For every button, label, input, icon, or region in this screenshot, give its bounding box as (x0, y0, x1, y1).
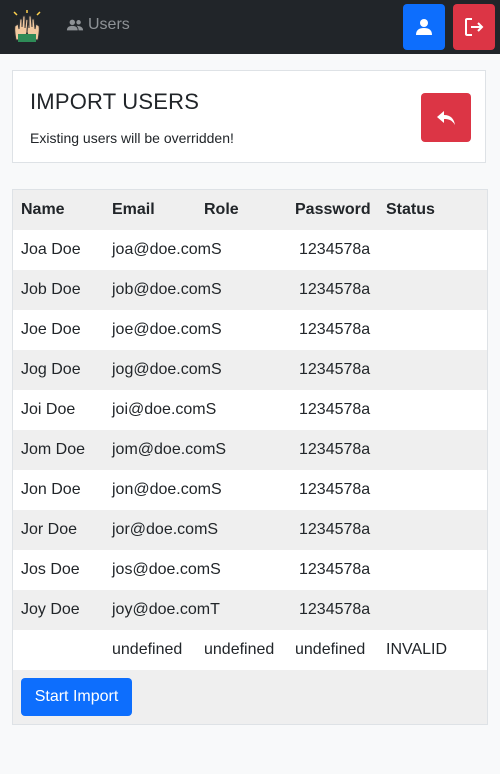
table-row: Joy Doe joy@doe.comT 1234578a (13, 590, 487, 630)
role-text: S (210, 561, 221, 578)
reply-arrow-icon (437, 110, 455, 125)
email-text: joe@doe.com (112, 321, 211, 338)
cell-email: undefined (112, 641, 183, 658)
user-icon (416, 19, 432, 35)
start-import-button[interactable]: Start Import (21, 678, 132, 716)
role-text: S (205, 401, 217, 418)
cell-status (378, 430, 487, 470)
role-text: S (210, 241, 222, 258)
cell-email: jom@doe.comS (104, 430, 226, 470)
page-title: IMPORT USERS (30, 89, 200, 114)
role-text: S (215, 441, 227, 458)
table-row: Joe Doe joe@doe.comS 1234578a (13, 310, 487, 350)
top-navbar: Users (0, 0, 500, 54)
column-header-name: Name (21, 201, 65, 218)
table-row: Jon Doe jon@doe.comS 1234578a (13, 470, 487, 510)
email-text: jor@doe.com (112, 521, 208, 538)
table-row: Jom Doe jom@doe.comS 1234578a (13, 430, 487, 470)
nav-users-link[interactable]: Users (66, 16, 130, 34)
cell-status (378, 510, 487, 550)
cell-email: jor@doe.comS (104, 510, 218, 550)
cell-status (378, 470, 487, 510)
email-text: jom@doe.com (112, 441, 216, 458)
cell-status: INVALID (386, 641, 448, 658)
email-text: joi@doe.com (112, 401, 206, 418)
cell-name: Jor Doe (21, 521, 78, 538)
cell-status (378, 350, 487, 390)
email-text: joa@doe.com (112, 241, 211, 258)
cell-name: Jog Doe (21, 361, 81, 378)
cell-password: 1234578a (299, 601, 371, 618)
users-import-table: Name Email Role Password Status Joa Doe j… (13, 190, 487, 670)
cell-email: jog@doe.comS (104, 350, 222, 390)
cell-name: Joy Doe (21, 601, 80, 618)
cell-email: job@doe.comS (104, 270, 222, 310)
table-row: Job Doe job@doe.comS 1234578a (13, 270, 487, 310)
email-text: jos@doe.com (112, 561, 211, 578)
cell-email: jon@doe.comS (104, 470, 222, 510)
email-text: joy@doe.com (112, 601, 211, 618)
cell-status (378, 230, 487, 270)
cell-password: 1234578a (299, 481, 371, 498)
cell-name (13, 630, 104, 670)
role-text: S (207, 521, 219, 538)
column-header-status: Status (386, 201, 435, 218)
cell-password: 1234578a (299, 441, 371, 458)
import-header-card: IMPORT USERS Existing users will be over… (12, 70, 486, 163)
back-button[interactable] (421, 93, 471, 142)
cell-password: 1234578a (299, 401, 371, 418)
cell-role: undefined (204, 641, 275, 658)
cell-status (378, 310, 487, 350)
cell-name: Joa Doe (21, 241, 81, 258)
nav-users-label: Users (88, 16, 130, 33)
cell-password: 1234578a (299, 561, 371, 578)
cell-name: Joe Doe (21, 321, 81, 338)
cell-email: joe@doe.comS (104, 310, 222, 350)
cell-name: Jom Doe (21, 441, 86, 458)
email-text: jog@doe.com (112, 361, 211, 378)
email-text: job@doe.com (112, 281, 211, 298)
role-text: T (210, 601, 220, 618)
column-header-email: Email (112, 201, 155, 218)
cell-status (378, 270, 487, 310)
cell-email: joa@doe.comS (104, 230, 222, 270)
cell-password: 1234578a (299, 281, 371, 298)
cell-status (378, 590, 487, 630)
logout-icon (465, 18, 484, 36)
table-row: Jog Doe jog@doe.comS 1234578a (13, 350, 487, 390)
role-text: S (210, 321, 222, 338)
cell-email: joy@doe.comT (104, 590, 220, 630)
logout-button[interactable] (453, 4, 495, 50)
role-text: S (210, 481, 222, 498)
cell-name: Joi Doe (21, 401, 76, 418)
raised-hands-logo[interactable] (12, 10, 42, 42)
cell-password: 1234578a (299, 361, 371, 378)
table-row: Joa Doe joa@doe.comS 1234578a (13, 230, 487, 270)
cell-name: Jos Doe (21, 561, 80, 578)
override-warning: Existing users will be overridden! (30, 130, 234, 146)
cell-name: Jon Doe (21, 481, 81, 498)
email-text: jon@doe.com (112, 481, 211, 498)
import-table-card: Name Email Role Password Status Joa Doe j… (12, 189, 488, 725)
cell-password: 1234578a (299, 241, 371, 258)
cell-status (378, 390, 487, 430)
table-row: Joi Doe joi@doe.comS 1234578a (13, 390, 487, 430)
cell-password: undefined (295, 641, 366, 658)
cell-password: 1234578a (299, 321, 371, 338)
role-text: S (210, 281, 222, 298)
cell-name: Job Doe (21, 281, 81, 298)
cell-email: joi@doe.comS (104, 390, 216, 430)
users-icon (66, 19, 84, 31)
table-row: undefined undefined undefined INVALID (13, 630, 487, 670)
profile-button[interactable] (403, 4, 445, 50)
column-header-password: Password (295, 201, 371, 218)
cell-password: 1234578a (299, 521, 371, 538)
cell-email: jos@doe.comS (104, 550, 221, 590)
table-row: Jor Doe jor@doe.comS 1234578a (13, 510, 487, 550)
role-text: S (210, 361, 222, 378)
table-header-row: Name Email Role Password Status (13, 190, 487, 230)
table-row: Jos Doe jos@doe.comS 1234578a (13, 550, 487, 590)
cell-status (378, 550, 487, 590)
column-header-role: Role (204, 201, 239, 218)
